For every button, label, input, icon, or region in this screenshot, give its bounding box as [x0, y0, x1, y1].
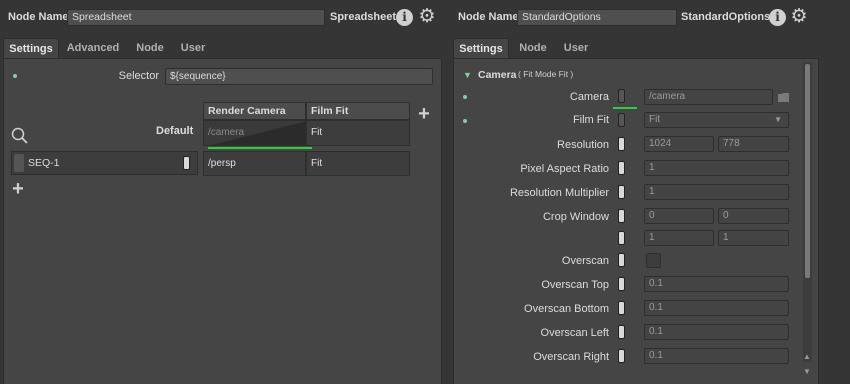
section-title[interactable]: Camera	[478, 69, 517, 81]
tab-settings[interactable]: Settings	[453, 38, 509, 58]
overscan-label: Overscan	[561, 255, 609, 267]
node-name-field[interactable]: Spreadsheet	[67, 9, 325, 26]
overscan-bottom-label: Overscan Bottom	[524, 303, 609, 315]
pixel-aspect-label: Pixel Aspect Ratio	[520, 163, 609, 175]
info-icon[interactable]: i	[769, 9, 786, 26]
res-mult-toggle[interactable]	[618, 185, 625, 199]
resolution-y-field[interactable]: 778	[718, 136, 789, 152]
node-name-label: Node Name	[458, 11, 519, 23]
tab-node[interactable]: Node	[514, 38, 552, 58]
crop-window-toggle[interactable]	[618, 209, 625, 223]
row-name: SEQ-1	[28, 157, 60, 169]
overscan-toggle[interactable]	[618, 253, 625, 267]
overscan-bottom-toggle[interactable]	[618, 301, 625, 315]
film-fit-toggle[interactable]	[618, 113, 625, 127]
camera-label: Camera	[569, 91, 609, 103]
overscan-checkbox[interactable]	[646, 253, 661, 268]
default-film-fit-cell[interactable]: Fit	[306, 120, 410, 146]
film-fit-label: Film Fit	[572, 114, 609, 126]
drag-highlight	[613, 107, 637, 109]
scroll-down-icon[interactable]: ▼	[803, 367, 811, 376]
tab-user[interactable]: User	[176, 38, 210, 58]
crop-min-y-field[interactable]: 0	[718, 208, 789, 224]
pixel-aspect-field[interactable]: 1	[644, 160, 789, 176]
tab-user[interactable]: User	[560, 38, 592, 58]
overscan-top-toggle[interactable]	[618, 277, 625, 291]
crop-window-label: Crop Window	[542, 211, 609, 223]
add-column-icon[interactable]: +	[417, 104, 431, 124]
drag-highlight	[208, 147, 312, 149]
overscan-top-field[interactable]: 0.1	[644, 276, 789, 292]
overscan-bottom-field[interactable]: 0.1	[644, 300, 789, 316]
res-mult-field[interactable]: 1	[644, 184, 789, 200]
overscan-right-field[interactable]: 0.1	[644, 348, 789, 364]
crop-min-x-field[interactable]: 0	[644, 208, 714, 224]
film-fit-dropdown[interactable]: Fit ▼	[644, 112, 789, 128]
row-enabled-toggle[interactable]	[183, 156, 190, 170]
row-drag-handle[interactable]	[14, 154, 24, 172]
row-render-camera-cell[interactable]: /persp	[203, 151, 306, 176]
film-fit-value: Fit	[649, 114, 661, 125]
scroll-up-icon[interactable]: ▲	[803, 352, 811, 361]
scrollbar-thumb[interactable]	[805, 64, 810, 278]
overscan-left-label: Overscan Left	[540, 327, 609, 339]
pixel-aspect-toggle[interactable]	[618, 161, 625, 175]
crop-window-max-toggle[interactable]	[618, 231, 625, 245]
info-icon[interactable]: i	[396, 9, 413, 26]
search-icon[interactable]	[11, 127, 29, 145]
chevron-down-icon: ▼	[774, 115, 782, 124]
node-name-field[interactable]: StandardOptions	[517, 9, 677, 26]
section-subtitle: ( Fit Mode Fit )	[518, 69, 574, 79]
overscan-right-label: Overscan Right	[533, 351, 609, 363]
tab-node[interactable]: Node	[130, 38, 170, 58]
folder-icon[interactable]	[778, 92, 790, 102]
row-film-fit-cell[interactable]: Fit	[306, 151, 410, 176]
node-type-label: Spreadsheet	[330, 11, 397, 23]
tab-settings[interactable]: Settings	[3, 38, 59, 58]
tab-advanced[interactable]: Advanced	[64, 38, 122, 58]
crop-max-x-field[interactable]: 1	[644, 230, 714, 246]
res-mult-label: Resolution Multiplier	[509, 187, 609, 199]
resolution-label: Resolution	[557, 139, 609, 151]
column-header-film-fit[interactable]: Film Fit	[306, 102, 410, 120]
node-type-label: StandardOptions	[681, 11, 771, 23]
overscan-left-field[interactable]: 0.1	[644, 324, 789, 340]
crop-max-y-field[interactable]: 1	[718, 230, 789, 246]
selector-label: Selector	[118, 70, 159, 82]
node-name-label: Node Name	[8, 11, 69, 23]
collapse-arrow-icon[interactable]: ▼	[463, 70, 472, 80]
add-row-icon[interactable]: +	[11, 179, 25, 199]
camera-toggle[interactable]	[618, 89, 625, 103]
overscan-left-toggle[interactable]	[618, 325, 625, 339]
overscan-top-label: Overscan Top	[541, 279, 609, 291]
camera-status-dot	[463, 95, 467, 99]
camera-field[interactable]: /camera	[644, 89, 773, 105]
default-row-label: Default	[156, 125, 194, 137]
column-header-render-camera[interactable]: Render Camera	[203, 102, 306, 120]
cell-disabled-slash	[211, 121, 305, 145]
selector-field[interactable]: ${sequence}	[165, 68, 433, 85]
status-dot	[13, 74, 17, 78]
gear-icon[interactable]: ⚙	[790, 7, 808, 26]
resolution-x-field[interactable]: 1024	[644, 136, 714, 152]
resolution-toggle[interactable]	[618, 137, 625, 151]
film-fit-status-dot	[463, 119, 467, 123]
gear-icon[interactable]: ⚙	[418, 7, 436, 26]
overscan-right-toggle[interactable]	[618, 349, 625, 363]
default-render-camera-cell[interactable]: /camera	[203, 120, 306, 146]
